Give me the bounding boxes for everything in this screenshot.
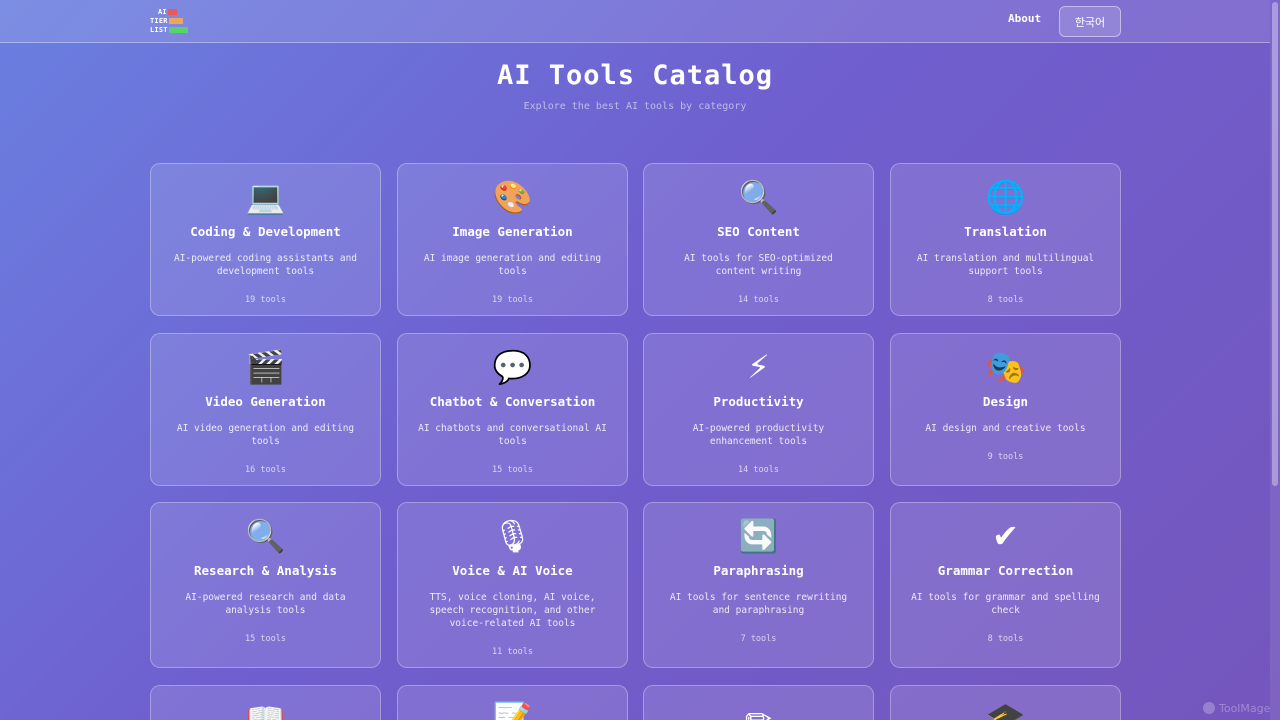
logo-bar-red bbox=[167, 9, 177, 15]
speech-bubble-icon: 💬 bbox=[492, 348, 533, 386]
category-card[interactable]: ✔ Grammar Correction AI tools for grammar … bbox=[890, 502, 1121, 668]
category-tool-count: 11 tools bbox=[492, 647, 533, 657]
category-card[interactable]: 📖 bbox=[150, 685, 381, 720]
category-tool-count: 8 tools bbox=[987, 295, 1024, 305]
palette-icon: 🎨 bbox=[492, 178, 533, 216]
language-toggle-button[interactable]: 한국어 bbox=[1059, 6, 1121, 37]
category-tool-count: 15 tools bbox=[492, 465, 533, 475]
category-title: Voice & AI Voice bbox=[452, 563, 573, 578]
clapperboard-icon: 🎬 bbox=[245, 348, 286, 386]
watermark-text: ToolMage bbox=[1219, 701, 1271, 715]
category-tool-count: 14 tools bbox=[738, 465, 779, 475]
category-card[interactable]: 🌐 Translation AI translation and multiling… bbox=[890, 163, 1121, 316]
category-card[interactable]: 🎬 Video Generation AI video generation and… bbox=[150, 333, 381, 486]
graduation-cap-icon: 🎓 bbox=[985, 700, 1026, 720]
category-tool-count: 16 tools bbox=[245, 465, 286, 475]
category-title: Design bbox=[982, 394, 1029, 409]
scrollbar-thumb[interactable] bbox=[1272, 2, 1278, 486]
category-tool-count: 15 tools bbox=[245, 634, 286, 644]
category-tool-count: 19 tools bbox=[245, 295, 286, 305]
category-description: TTS, voice cloning, AI voice, speech rec… bbox=[429, 592, 596, 629]
category-title: Research & Analysis bbox=[194, 563, 337, 578]
site-logo[interactable]: AI TIER LIST bbox=[150, 8, 190, 36]
logo-bar-green bbox=[168, 27, 188, 33]
page-title: AI Tools Catalog bbox=[496, 60, 774, 91]
top-navbar: AI TIER LIST About 한국어 bbox=[0, 0, 1270, 43]
logo-text-tier: TIER bbox=[150, 17, 168, 25]
microphone-icon: 🎙 bbox=[492, 517, 533, 555]
category-description: AI design and creative tools bbox=[925, 423, 1086, 434]
category-card[interactable]: 🔄 Paraphrasing AI tools for sentence rewri… bbox=[643, 502, 874, 668]
category-tool-count: 7 tools bbox=[740, 634, 777, 644]
memo-icon: 📝 bbox=[492, 700, 533, 720]
page-scrollbar[interactable] bbox=[1270, 0, 1280, 720]
category-card[interactable]: 🔍 SEO Content AI tools for SEO-optimized c… bbox=[643, 163, 874, 316]
category-title: Video Generation bbox=[205, 394, 326, 409]
category-title: Translation bbox=[964, 224, 1047, 239]
logo-text-list: LIST bbox=[150, 26, 168, 34]
category-card[interactable]: 💬 Chatbot & Conversation AI chatbots and c… bbox=[397, 333, 628, 486]
laptop-icon: 💻 bbox=[245, 178, 286, 216]
check-mark-icon: ✔ bbox=[992, 517, 1019, 555]
category-description: AI chatbots and conversational AI tools bbox=[418, 423, 607, 447]
category-description: AI video generation and editing tools bbox=[176, 423, 355, 447]
watermark: ToolMage bbox=[1203, 700, 1275, 716]
category-card[interactable]: 🔍 Research & Analysis AI-powered research … bbox=[150, 502, 381, 668]
category-description: AI-powered research and data analysis to… bbox=[185, 592, 346, 616]
category-title: SEO Content bbox=[717, 224, 800, 239]
category-title: Productivity bbox=[713, 394, 804, 409]
magnifier-icon: 🔍 bbox=[245, 517, 286, 555]
category-title: Image Generation bbox=[452, 224, 573, 239]
page-subtitle: Explore the best AI tools by category bbox=[523, 101, 747, 112]
refresh-icon: 🔄 bbox=[738, 517, 779, 555]
category-tool-count: 19 tools bbox=[492, 295, 533, 305]
category-description: AI-powered productivity enhancement tool… bbox=[692, 423, 825, 447]
category-card[interactable]: 💻 Coding & Development AI-powered coding a… bbox=[150, 163, 381, 316]
category-card[interactable]: 🎭 Design AI design and creative tools 9 too… bbox=[890, 333, 1121, 486]
category-card[interactable]: 🎓 bbox=[890, 685, 1121, 720]
category-description: AI tools for SEO-optimized content writi… bbox=[684, 253, 833, 277]
lightning-icon: ⚡ bbox=[747, 348, 770, 386]
logo-row-ai: AI bbox=[158, 8, 177, 16]
globe-icon: 🌐 bbox=[985, 178, 1026, 216]
category-description: AI tools for sentence rewriting and para… bbox=[669, 592, 848, 616]
about-link[interactable]: About bbox=[1008, 12, 1041, 25]
theater-masks-icon: 🎭 bbox=[985, 348, 1026, 386]
category-tool-count: 9 tools bbox=[987, 452, 1024, 462]
category-description: AI image generation and editing tools bbox=[423, 253, 602, 277]
category-tool-count: 14 tools bbox=[738, 295, 779, 305]
logo-row-list: LIST bbox=[150, 26, 188, 34]
magnifier-icon: 🔍 bbox=[738, 178, 779, 216]
category-card[interactable]: 🎙 Voice & AI Voice TTS, voice cloning, AI … bbox=[397, 502, 628, 668]
category-description: AI-powered coding assistants and develop… bbox=[173, 253, 358, 277]
category-description: AI tools for grammar and spelling check bbox=[911, 592, 1100, 616]
logo-text-ai: AI bbox=[158, 8, 167, 16]
category-title: Paraphrasing bbox=[713, 563, 804, 578]
category-description: AI translation and multilingual support … bbox=[916, 253, 1095, 277]
category-tool-count: 8 tools bbox=[987, 634, 1024, 644]
pencil-icon: ✏ bbox=[745, 700, 772, 720]
category-title: Coding & Development bbox=[190, 224, 341, 239]
category-title: Grammar Correction bbox=[937, 563, 1074, 578]
watermark-logo-icon bbox=[1203, 702, 1215, 714]
category-card[interactable]: ⚡ Productivity AI-powered productivity enh… bbox=[643, 333, 874, 486]
logo-row-tier: TIER bbox=[150, 17, 183, 25]
category-card[interactable]: 🎨 Image Generation AI image generation and… bbox=[397, 163, 628, 316]
open-book-icon: 📖 bbox=[245, 700, 286, 720]
category-card[interactable]: 📝 bbox=[397, 685, 628, 720]
category-card[interactable]: ✏ bbox=[643, 685, 874, 720]
category-title: Chatbot & Conversation bbox=[429, 394, 596, 409]
logo-bar-orange bbox=[168, 18, 183, 24]
